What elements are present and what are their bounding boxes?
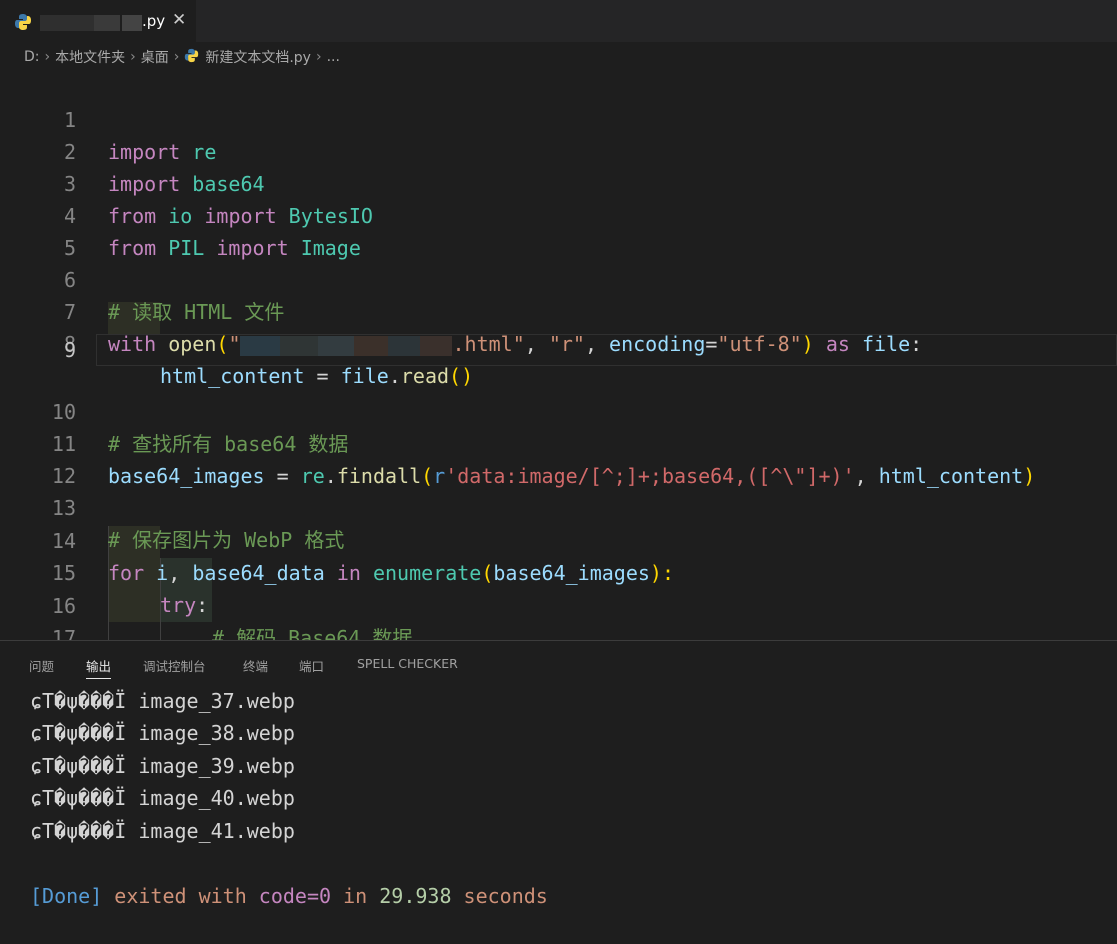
chevron-right-icon: ›: [315, 49, 322, 65]
output-line: ɕT�ψ���Ï image_40.webp: [30, 786, 295, 810]
output-line: ɕT�ψ���Ï image_38.webp: [30, 721, 295, 745]
code-line: 2 import base64: [0, 104, 1117, 196]
python-icon: [14, 13, 32, 35]
tab-debug-console[interactable]: 调试控制台: [143, 656, 206, 675]
code-line: 12: [0, 428, 1117, 488]
code-line: 7 with open(" .html", "r", encoding="utf-…: [0, 264, 1117, 356]
breadcrumb-item-folder[interactable]: 本地文件夹: [55, 47, 125, 67]
breadcrumb-item-file[interactable]: 新建文本文档.py: [205, 47, 311, 67]
code-line: 17 image_data = base64.b64decode(base64_…: [0, 590, 1117, 640]
tab-filename: .py: [142, 12, 166, 30]
chevron-right-icon: ›: [44, 49, 51, 65]
code-line: 10 # 查找所有 base64 数据: [0, 364, 1117, 456]
redacted-filename: [94, 15, 120, 31]
chevron-right-icon: ›: [173, 49, 180, 65]
output-line: ɕT�ψ���Ï image_37.webp: [30, 689, 295, 713]
code-line: 9: [0, 334, 1117, 366]
output-line: ɕT�ψ���Ï image_39.webp: [30, 754, 295, 778]
code-line: 18: [0, 623, 1117, 640]
tab-ports[interactable]: 端口: [299, 656, 324, 675]
code-line: 5: [0, 200, 1117, 260]
python-icon: [184, 48, 199, 67]
output-panel[interactable]: ɕT�ψ���Ï image_37.webp ɕT�ψ���Ï image_38…: [0, 685, 1117, 944]
code-line: 8 html_content = file.read(): [0, 296, 1117, 388]
code-line: 16 # 解码 Base64 数据: [0, 558, 1117, 640]
code-line: 3 from io import BytesIO: [0, 136, 1117, 228]
tab-spell-checker[interactable]: SPELL CHECKER: [357, 656, 458, 671]
code-line: 4 from PIL import Image: [0, 168, 1117, 260]
breadcrumb-item-symbols[interactable]: ...: [327, 49, 340, 65]
done-tag: [Done]: [30, 884, 103, 908]
tab-bar: .py ✕: [0, 0, 1117, 42]
tab-problems[interactable]: 问题: [29, 656, 54, 675]
breadcrumb-item-drive[interactable]: D:: [24, 49, 40, 65]
line-number: 9: [63, 338, 76, 362]
code-line: 15 try:: [0, 525, 1117, 617]
code-line: 6 # 读取 HTML 文件: [0, 232, 1117, 324]
tab-output[interactable]: 输出: [86, 656, 112, 679]
close-icon[interactable]: ✕: [172, 10, 186, 30]
breadcrumb-item-desktop[interactable]: 桌面: [141, 47, 169, 67]
code-line: 11 base64_images = re.findall(r'data:ima…: [0, 396, 1117, 488]
breadcrumb: D: › 本地文件夹 › 桌面 › 新建文本文档.py › ...: [0, 42, 1117, 72]
redacted-filename: [40, 15, 100, 31]
editor-tab[interactable]: .py ✕: [0, 0, 196, 42]
chevron-right-icon: ›: [130, 49, 136, 65]
code-line: 13 # 保存图片为 WebP 格式: [0, 460, 1117, 552]
code-line: 14 for i, base64_data in enumerate(base6…: [0, 493, 1117, 585]
code-editor[interactable]: 1 import re 2 import base64 3 from io im…: [0, 72, 1117, 640]
output-line: ɕT�ψ���Ï image_41.webp: [30, 819, 295, 843]
done-status-line: [Done] exited with code=0 in 29.938 seco…: [30, 884, 548, 908]
code-line: 1 import re: [0, 72, 1117, 164]
panel-tab-bar: 问题 输出 调试控制台 终端 端口 SPELL CHECKER: [0, 641, 1117, 685]
redacted-filename: [122, 15, 142, 31]
tab-terminal[interactable]: 终端: [243, 656, 268, 675]
